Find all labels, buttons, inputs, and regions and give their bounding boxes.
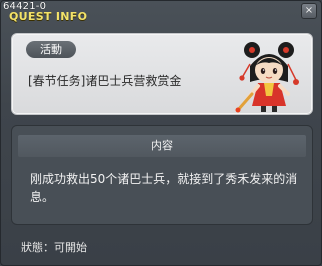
window-title: QUEST INFO — [9, 10, 88, 23]
quest-name: [春节任务]诸巴士兵营救赏金 — [28, 74, 182, 88]
quest-category-badge: 活動 — [26, 41, 76, 58]
npc-portrait-icon — [235, 42, 299, 113]
close-icon: × — [304, 5, 314, 16]
content-text: 刚成功救出50个诸巴士兵，就接到了秀禾发来的消息。 — [30, 172, 298, 204]
content-header: 内容 — [18, 135, 306, 157]
close-button[interactable]: × — [301, 3, 317, 19]
quest-status: 狀態：可開始 — [21, 241, 87, 254]
quest-content-panel: 内容 刚成功救出50个诸巴士兵，就接到了秀禾发来的消息。 — [11, 125, 313, 225]
quest-info-window: 64421-0 QUEST INFO × 活動 [春节任务]诸巴士兵营救赏金 内… — [0, 0, 322, 266]
quest-summary-panel: 活動 [春节任务]诸巴士兵营救赏金 — [11, 33, 313, 115]
